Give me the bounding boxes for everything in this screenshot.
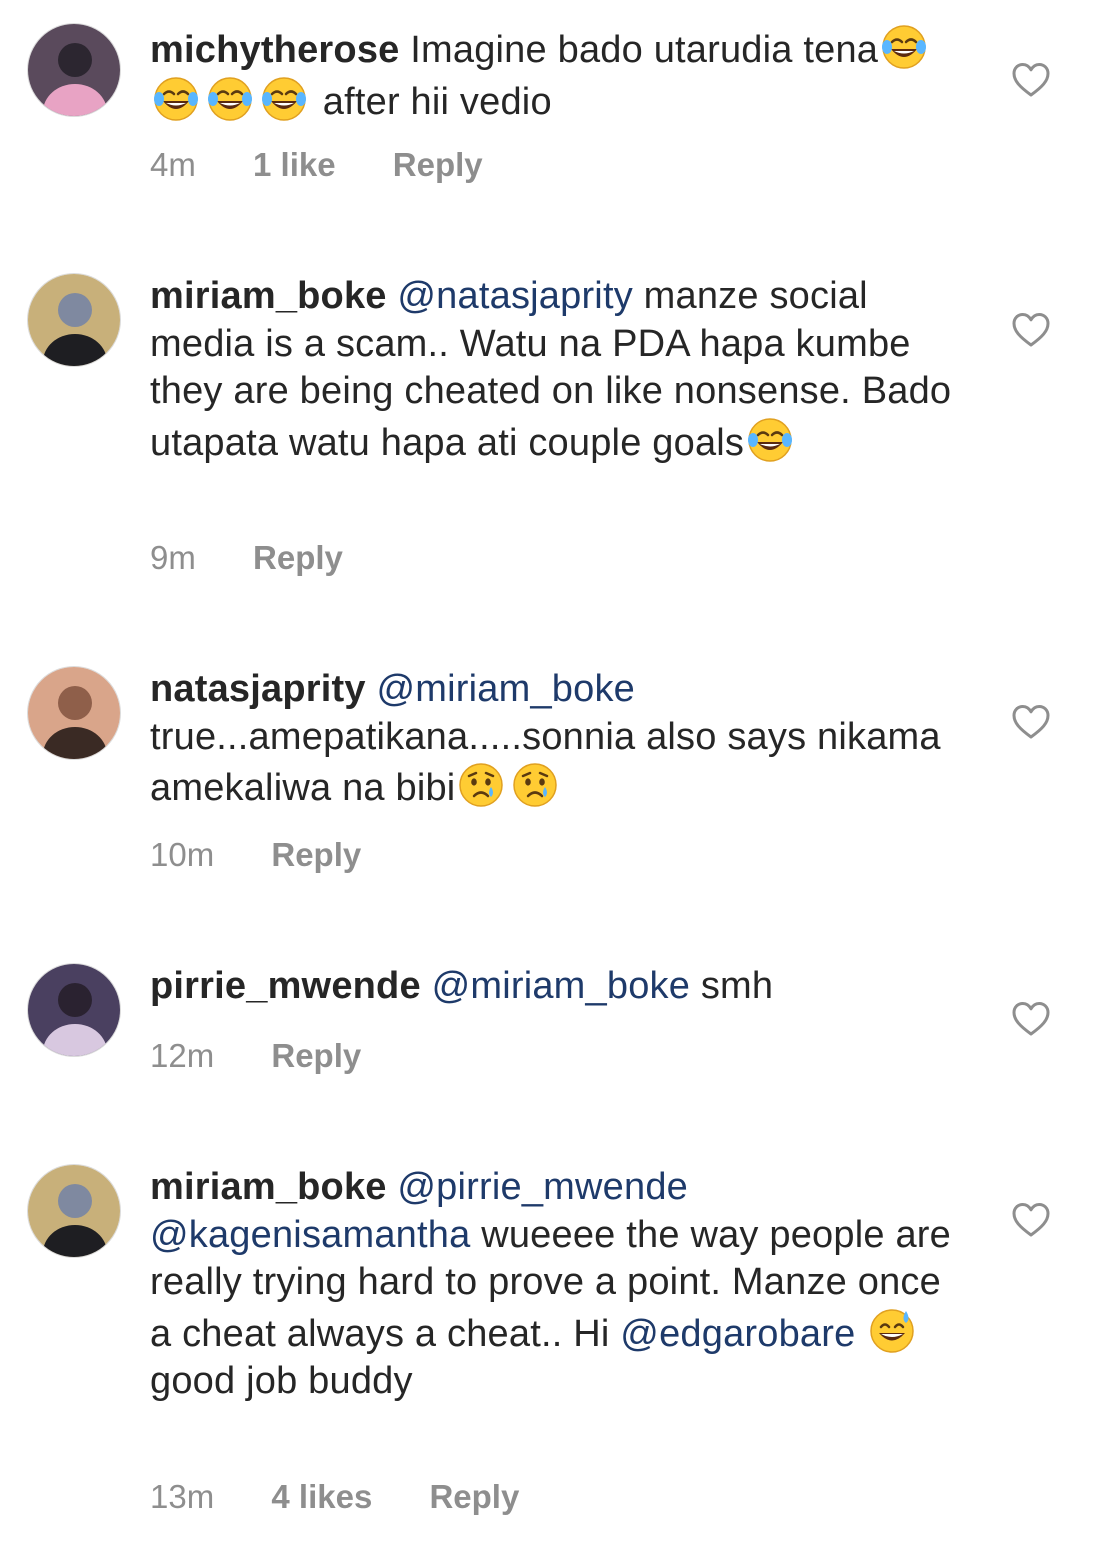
comment-text-segment: after hii vedio	[312, 80, 552, 123]
comment-body: miriam_boke @natasjaprity manze social m…	[150, 273, 960, 467]
heart-icon[interactable]	[1012, 312, 1050, 348]
reply-button[interactable]: Reply	[271, 836, 361, 873]
comment-body: natasjaprity @miriam_boke true...amepati…	[150, 666, 960, 813]
comment-time: 4m	[150, 146, 196, 183]
comment-text-segment: smh	[690, 965, 774, 1007]
avatar[interactable]	[27, 1164, 121, 1258]
reply-button[interactable]: Reply	[253, 539, 343, 576]
comment-meta: 12m Reply	[150, 1037, 409, 1075]
comment-username[interactable]: michytherose	[150, 29, 400, 71]
comment-text-segment	[421, 965, 432, 1007]
comment-meta: 9m Reply	[150, 539, 391, 577]
comment-meta: 4m 1 like Reply	[150, 146, 531, 184]
comment-text-segment	[366, 668, 377, 710]
comment-username[interactable]: miriam_boke	[150, 1166, 387, 1208]
mention-link[interactable]: @kagenisamantha	[150, 1214, 470, 1256]
comment-time: 13m	[150, 1478, 215, 1515]
heart-icon[interactable]	[1012, 62, 1050, 98]
comment-username[interactable]: miriam_boke	[150, 275, 387, 317]
comment-time: 9m	[150, 539, 196, 576]
comment-text-segment	[855, 1313, 866, 1355]
grinning-sweat-emoji	[868, 1307, 916, 1355]
comment-text-segment: Imagine bado utarudia tena	[399, 29, 879, 71]
avatar[interactable]	[27, 273, 121, 367]
comment-meta: 10m Reply	[150, 836, 409, 874]
tears-of-joy-emoji	[206, 75, 254, 123]
mention-link[interactable]: @pirrie_mwende	[397, 1166, 688, 1208]
mention-link[interactable]: @edgarobare	[620, 1313, 855, 1355]
tears-of-joy-emoji	[746, 416, 794, 464]
comment-body: miriam_boke @pirrie_mwende @kagenisamant…	[150, 1164, 960, 1406]
comment-text-segment: good job buddy	[150, 1360, 413, 1402]
comment-text-segment	[387, 1166, 398, 1208]
comment-body: michytherose Imagine bado utarudia tena …	[150, 23, 960, 126]
heart-icon[interactable]	[1012, 1001, 1050, 1037]
comment-meta: 13m 4 likes Reply	[150, 1478, 567, 1516]
mention-link[interactable]: @miriam_boke	[376, 668, 635, 710]
crying-face-emoji	[511, 761, 559, 809]
comment-body: pirrie_mwende @miriam_boke smh	[150, 963, 960, 1011]
tears-of-joy-emoji	[260, 75, 308, 123]
mention-link[interactable]: @natasjaprity	[397, 275, 633, 317]
comment-text: @miriam_boke smh	[421, 965, 773, 1007]
crying-face-emoji	[457, 761, 505, 809]
comment-text-segment	[387, 275, 398, 317]
comment-likes-count[interactable]: 1 like	[253, 146, 336, 183]
avatar[interactable]	[27, 963, 121, 1057]
reply-button[interactable]: Reply	[429, 1478, 519, 1515]
tears-of-joy-emoji	[152, 75, 200, 123]
comment-username[interactable]: natasjaprity	[150, 668, 366, 710]
comment-time: 12m	[150, 1037, 215, 1074]
reply-button[interactable]: Reply	[393, 146, 483, 183]
mention-link[interactable]: @miriam_boke	[432, 965, 691, 1007]
avatar[interactable]	[27, 666, 121, 760]
heart-icon[interactable]	[1012, 704, 1050, 740]
reply-button[interactable]: Reply	[271, 1037, 361, 1074]
comment-time: 10m	[150, 836, 215, 873]
comment-likes-count[interactable]: 4 likes	[271, 1478, 372, 1515]
avatar[interactable]	[27, 23, 121, 117]
comment-username[interactable]: pirrie_mwende	[150, 965, 421, 1007]
tears-of-joy-emoji	[880, 23, 928, 71]
heart-icon[interactable]	[1012, 1202, 1050, 1238]
